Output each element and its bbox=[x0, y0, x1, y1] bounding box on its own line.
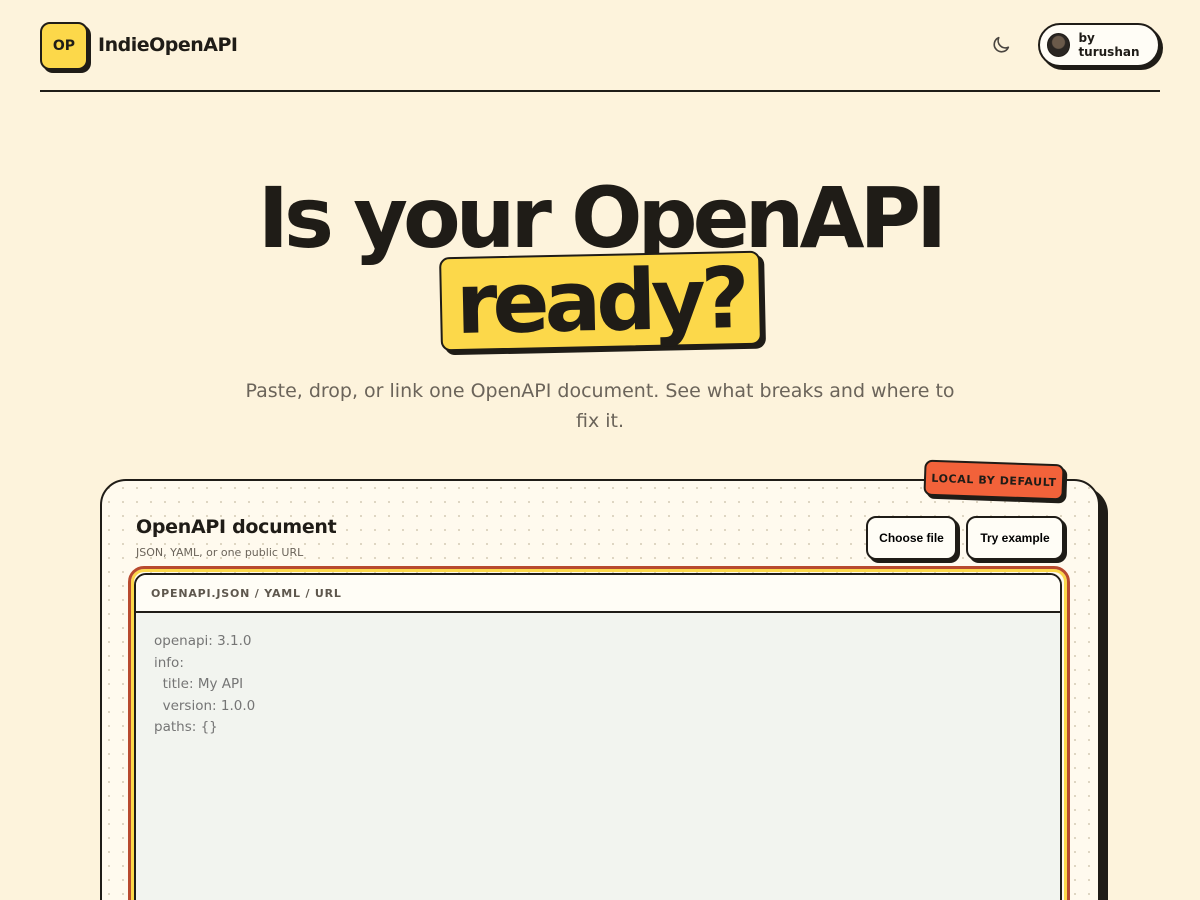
theme-toggle-button[interactable] bbox=[988, 32, 1014, 58]
card-hint: JSON, YAML, or one public URL bbox=[136, 546, 304, 559]
author-button[interactable]: by turushan bbox=[1038, 23, 1160, 67]
logo[interactable]: OP bbox=[40, 22, 88, 70]
moon-icon bbox=[993, 36, 1010, 53]
hero-title-highlight-wrap: ready? bbox=[0, 249, 1200, 353]
page: OP IndieOpenAPI by turushan Is your Open… bbox=[0, 0, 1200, 900]
choose-file-button[interactable]: Choose file bbox=[866, 516, 957, 560]
author-label: by turushan bbox=[1078, 31, 1140, 59]
hero-title-highlight: ready? bbox=[438, 249, 762, 353]
logo-text: OP bbox=[52, 38, 76, 54]
hero-subtitle: Paste, drop, or link one OpenAPI documen… bbox=[245, 380, 955, 432]
editor-label: OPENAPI.JSON / YAML / URL bbox=[136, 575, 1060, 613]
document-input[interactable] bbox=[136, 613, 1060, 900]
document-editor: OPENAPI.JSON / YAML / URL bbox=[134, 573, 1062, 900]
brand-name[interactable]: IndieOpenAPI bbox=[98, 34, 238, 56]
local-by-default-badge: LOCAL BY DEFAULT bbox=[923, 459, 1065, 501]
card-title: OpenAPI document bbox=[136, 516, 337, 538]
try-example-button[interactable]: Try example bbox=[966, 516, 1064, 560]
avatar bbox=[1047, 33, 1071, 57]
site-header: OP IndieOpenAPI by turushan bbox=[40, 0, 1160, 92]
